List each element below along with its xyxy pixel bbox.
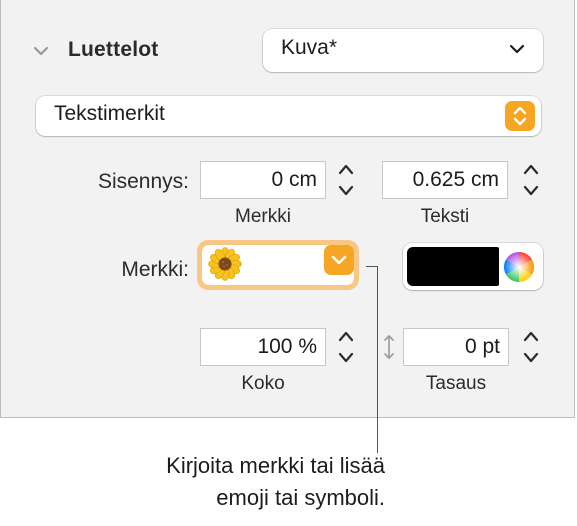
bullet-character-field[interactable] [197,240,359,290]
disclosure-chevron-icon[interactable] [31,41,51,61]
size-stepper[interactable] [334,325,358,369]
merkki-indent-field[interactable]: 0 cm [200,161,326,199]
chevron-down-icon [331,255,347,265]
align-sublabel: Tasaus [425,373,487,394]
bullet-color-swatch[interactable] [407,247,499,286]
size-sublabel: Koko [241,373,285,394]
format-sidebar-panel: Luettelot Kuva* Tekstimerkit Sisennys: 0… [0,0,575,418]
section-title[interactable]: Luettelot [68,38,158,62]
teksti-indent-stepper[interactable] [519,158,543,202]
chevron-down-icon [509,44,525,54]
align-field[interactable]: 0 pt [403,328,509,366]
bullet-type-popup[interactable]: Tekstimerkit [36,96,541,136]
teksti-indent-field[interactable]: 0.625 cm [382,161,508,199]
sunflower-emoji-icon [208,247,242,281]
vertical-align-icon [384,335,394,359]
callout-line-2: emoji tai symboli. [216,485,385,510]
merkki-indent-stepper[interactable] [334,158,358,202]
list-style-popup[interactable]: Kuva* [263,29,543,72]
teksti-sublabel: Teksti [420,206,470,227]
list-style-value: Kuva* [281,36,338,59]
callout-text: Kirjoita merkki tai lisää emoji tai symb… [166,450,385,514]
color-wheel-icon[interactable] [503,251,535,283]
bullet-label: Merkki: [121,258,189,281]
bullet-color-well[interactable] [403,243,543,290]
popup-arrows-button[interactable] [505,101,535,131]
size-field[interactable]: 100 % [200,328,326,366]
merkki-sublabel: Merkki [235,206,291,227]
callout-line-1: Kirjoita merkki tai lisää [166,453,385,478]
callout-line [377,266,378,453]
indent-label: Sisennys: [97,170,189,193]
up-down-chevron-icon [513,106,527,126]
screenshot-stage: Luettelot Kuva* Tekstimerkit Sisennys: 0… [0,0,577,526]
character-popup-button[interactable] [324,245,354,275]
bullet-type-value: Tekstimerkit [54,102,165,125]
align-stepper[interactable] [519,325,543,369]
